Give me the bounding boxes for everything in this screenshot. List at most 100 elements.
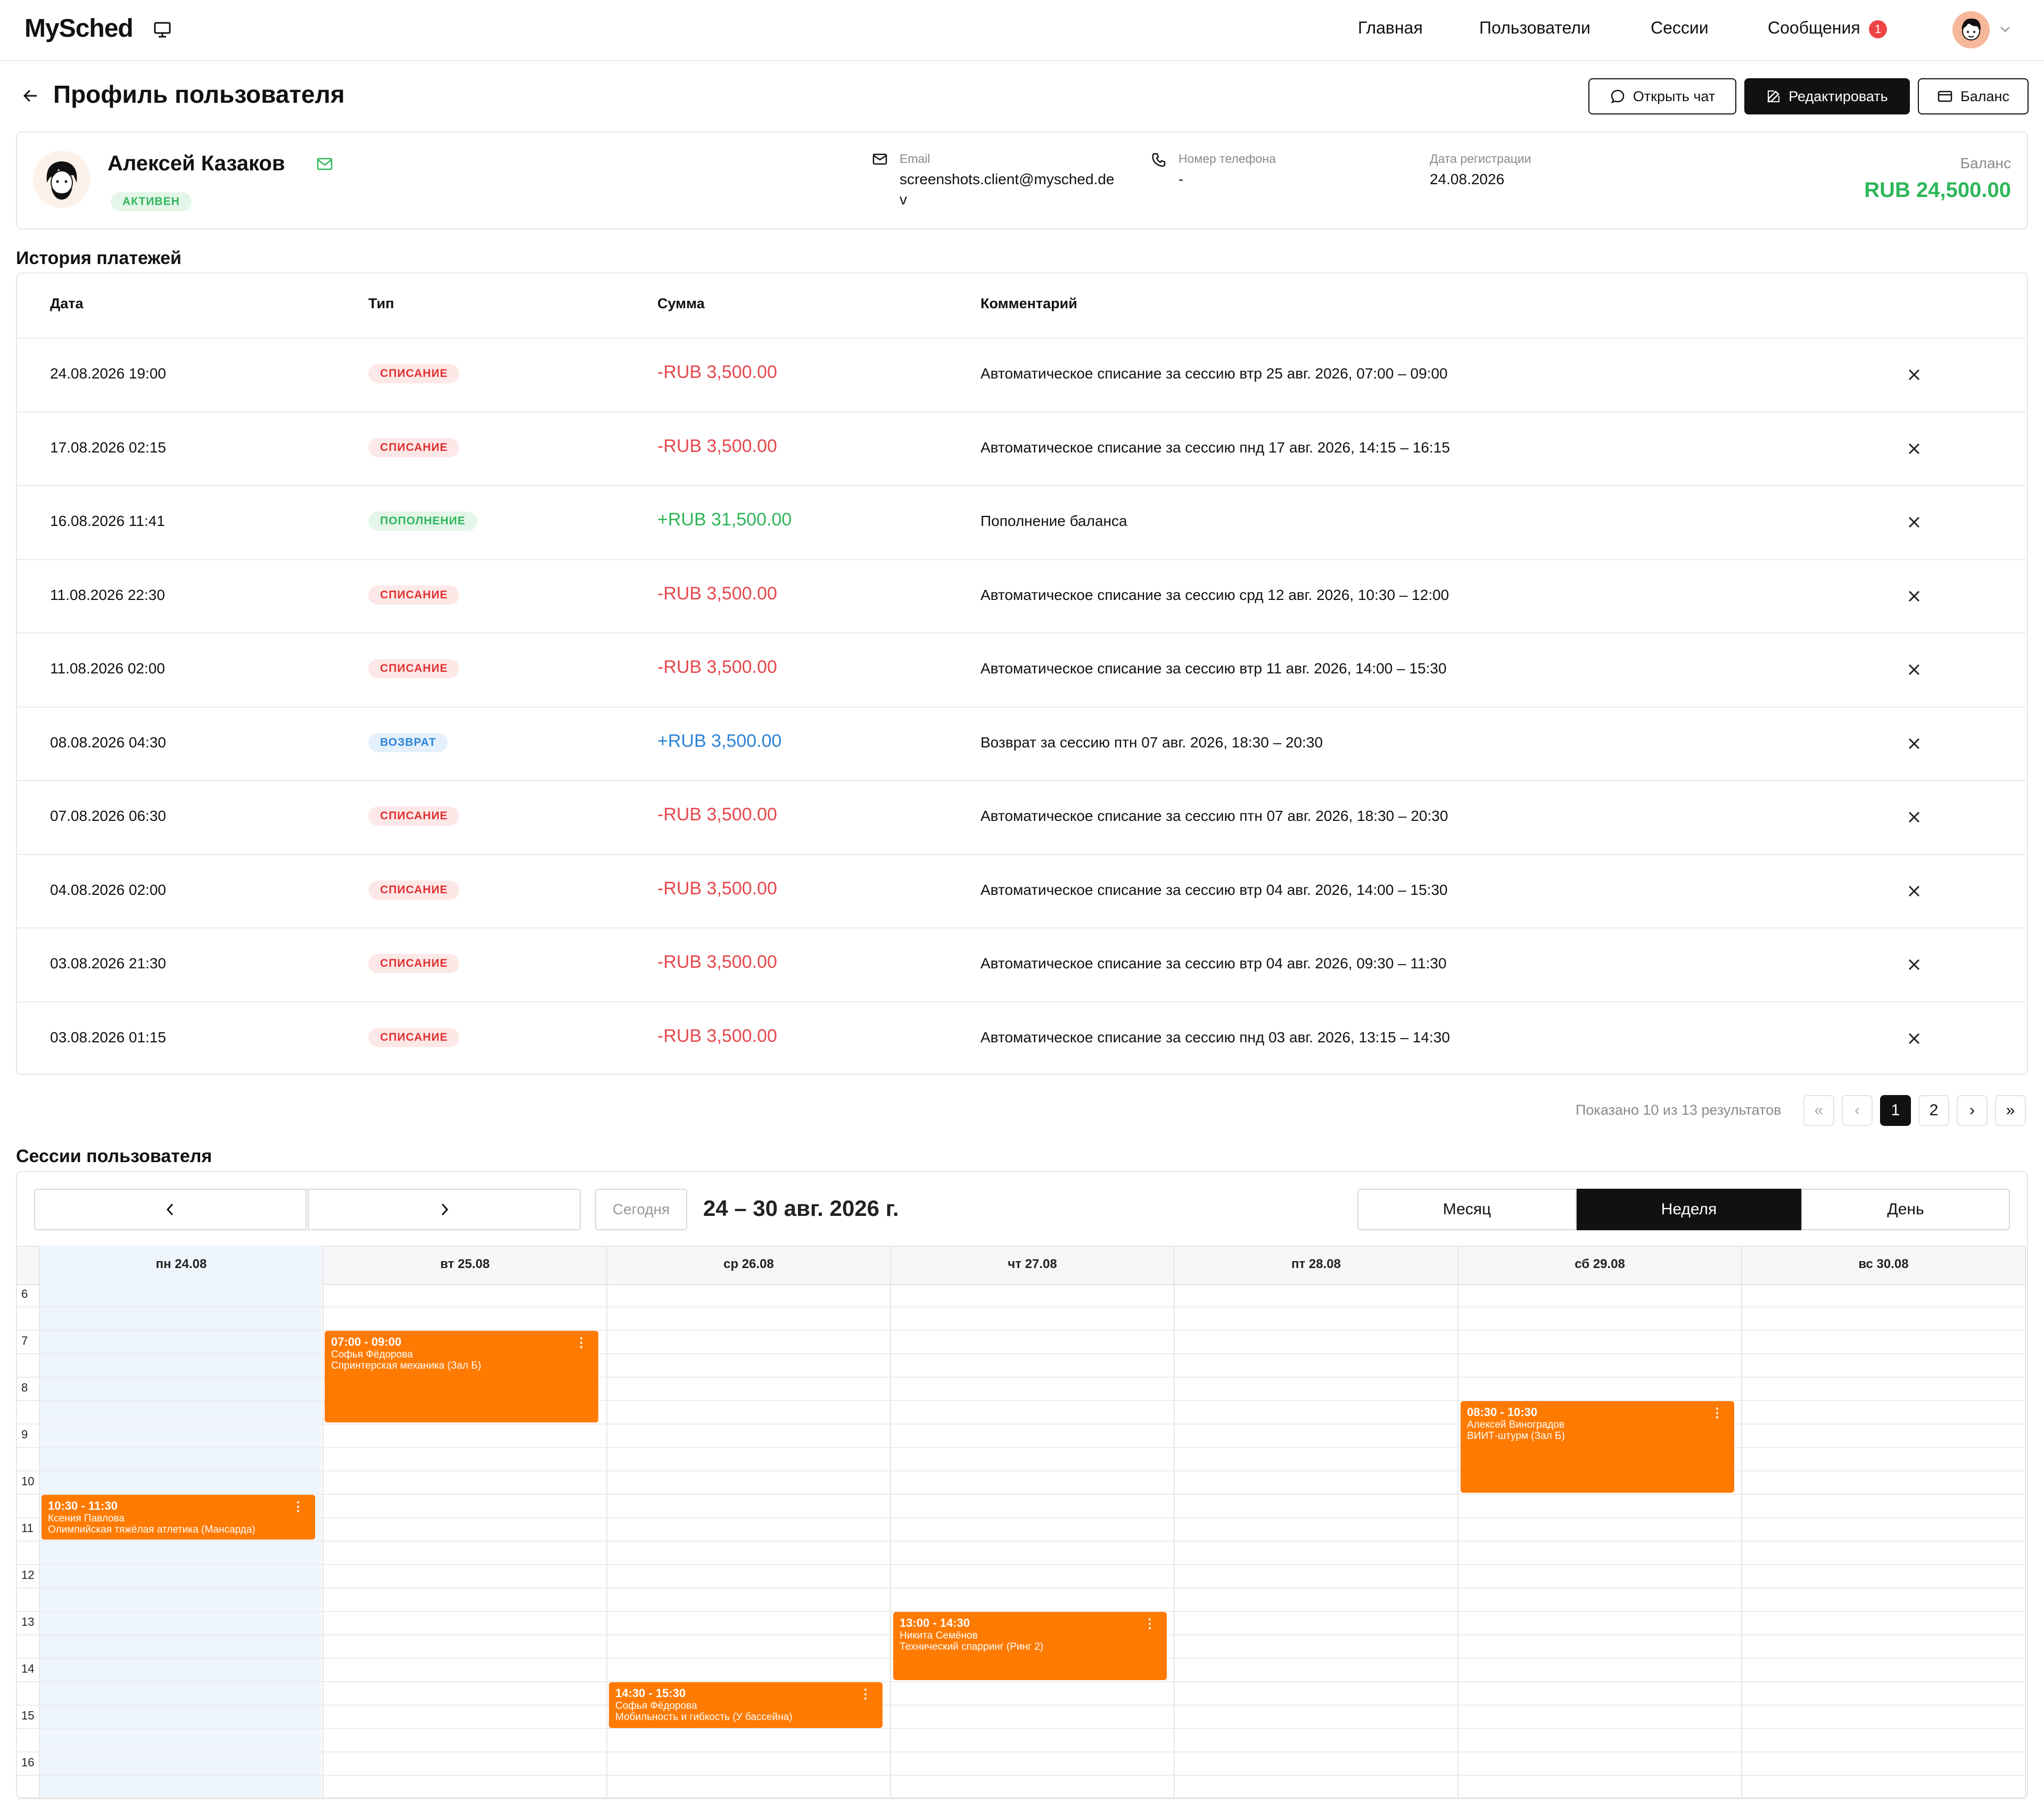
delete-row-icon[interactable]	[1905, 1029, 1924, 1048]
grid-divider	[17, 1705, 2026, 1706]
payment-comment: Автоматическое списание за сессию втр 04…	[980, 881, 1448, 898]
app-logo[interactable]: MySched	[24, 14, 134, 43]
chat-bubble-icon	[1611, 89, 1625, 104]
event-title: Олимпийская тяжёлая атлетика (Мансарда)	[48, 1524, 256, 1535]
delete-row-icon[interactable]	[1905, 513, 1924, 532]
payment-date: 03.08.2026 01:15	[50, 1028, 166, 1046]
table-row: 11.08.2026 22:30 СПИСАНИЕ -RUB 3,500.00 Авт…	[17, 558, 2026, 633]
nav-users[interactable]: Пользователи	[1479, 18, 1590, 38]
prev-page-button[interactable]: ‹	[1842, 1095, 1873, 1126]
back-arrow-icon[interactable]	[22, 89, 38, 103]
table-row: 07.08.2026 06:30 СПИСАНИЕ -RUB 3,500.00 Авт…	[17, 780, 2026, 854]
grid-divider	[17, 1330, 2026, 1331]
grid-divider	[17, 1681, 2026, 1682]
payment-comment: Автоматическое списание за сессию пнд 03…	[980, 1028, 1450, 1046]
day-column-header[interactable]: пн 24.08	[39, 1246, 323, 1283]
payment-date: 11.08.2026 22:30	[50, 586, 165, 603]
first-page-button[interactable]: «	[1803, 1095, 1834, 1126]
balance-button[interactable]: Баланс	[1918, 78, 2029, 114]
next-page-button[interactable]: ›	[1957, 1095, 1988, 1126]
col-comment: Комментарий	[980, 295, 1077, 311]
user-avatar[interactable]	[1952, 11, 1990, 48]
session-event[interactable]: 13:00 - 14:30 Никита Семёнов Технический…	[893, 1612, 1167, 1680]
event-coach: Никита Семёнов	[900, 1630, 978, 1641]
page-2-button[interactable]: 2	[1918, 1095, 1949, 1126]
delete-row-icon[interactable]	[1905, 882, 1924, 901]
delete-row-icon[interactable]	[1905, 660, 1924, 679]
day-column-header[interactable]: вт 25.08	[323, 1246, 607, 1283]
view-month-button[interactable]: Месяц	[1357, 1189, 1577, 1230]
table-row: 08.08.2026 04:30 ВОЗВРАТ +RUB 3,500.00 Возв…	[17, 706, 2026, 781]
hour-label: 16	[21, 1756, 35, 1769]
profile-avatar-face-icon	[46, 161, 77, 200]
email-value-wrap: v	[900, 191, 907, 208]
day-column-header[interactable]: ср 26.08	[607, 1246, 891, 1283]
table-row: 03.08.2026 21:30 СПИСАНИЕ -RUB 3,500.00 Авт…	[17, 927, 2026, 1002]
event-menu-icon[interactable]: ⋮	[575, 1335, 588, 1351]
table-row: 24.08.2026 19:00 СПИСАНИЕ -RUB 3,500.00 Авт…	[17, 338, 2026, 412]
grid-divider	[17, 1751, 2026, 1752]
payment-type-badge: СПИСАНИЕ	[368, 585, 460, 605]
status-badge: АКТИВЕН	[111, 192, 192, 211]
event-menu-icon[interactable]: ⋮	[1143, 1616, 1156, 1632]
messages-count-badge: 1	[1869, 20, 1887, 38]
grid-divider	[1174, 1246, 1175, 1797]
prev-week-button[interactable]	[34, 1189, 307, 1230]
payment-comment: Автоматическое списание за сессию втр 25…	[980, 365, 1448, 382]
payment-date: 17.08.2026 02:15	[50, 439, 166, 456]
payment-comment: Автоматическое списание за сессию птн 07…	[980, 808, 1448, 824]
nav-home[interactable]: Главная	[1358, 18, 1423, 38]
day-column-header[interactable]: чт 27.08	[891, 1246, 1174, 1283]
phone-label: Номер телефона	[1178, 152, 1276, 166]
session-event[interactable]: 07:00 - 09:00 Софья Фёдорова Спринтерска…	[325, 1331, 598, 1422]
grid-divider	[1741, 1246, 1742, 1797]
payment-amount: -RUB 3,500.00	[657, 1025, 777, 1046]
day-column-header[interactable]: вс 30.08	[1742, 1246, 2025, 1283]
event-title: ВИИТ-штурм (Зал Б)	[1467, 1430, 1565, 1442]
delete-row-icon[interactable]	[1905, 808, 1924, 827]
payment-date: 24.08.2026 19:00	[50, 365, 166, 382]
session-event[interactable]: 14:30 - 15:30 Софья Фёдорова Мобильность…	[609, 1682, 883, 1728]
nav-sessions[interactable]: Сессии	[1651, 18, 1709, 38]
pencil-icon	[1767, 90, 1780, 103]
day-column-header[interactable]: пт 28.08	[1174, 1246, 1458, 1283]
grid-divider	[17, 1587, 2026, 1589]
view-week-button[interactable]: Неделя	[1577, 1189, 1801, 1230]
event-menu-icon[interactable]: ⋮	[1711, 1405, 1724, 1421]
delete-row-icon[interactable]	[1905, 587, 1924, 606]
delete-row-icon[interactable]	[1905, 734, 1924, 753]
open-chat-button[interactable]: Открыть чат	[1588, 78, 1736, 114]
top-navbar: MySched Главная Пользователи Сессии Сооб…	[0, 0, 2044, 61]
payment-type-badge: СПИСАНИЕ	[368, 807, 460, 826]
registration-label: Дата регистрации	[1430, 152, 1531, 166]
delete-row-icon[interactable]	[1905, 955, 1924, 974]
payment-amount: -RUB 3,500.00	[657, 362, 777, 382]
hour-label: 13	[21, 1615, 35, 1628]
next-week-button[interactable]	[308, 1189, 581, 1230]
payment-date: 04.08.2026 02:00	[50, 881, 166, 898]
balance-caption: Баланс	[1960, 155, 2011, 171]
grid-divider	[17, 1517, 2026, 1518]
col-date: Дата	[50, 295, 84, 311]
chevron-down-icon[interactable]	[1999, 26, 2011, 33]
event-time: 13:00 - 14:30	[900, 1616, 970, 1630]
last-page-button[interactable]: »	[1995, 1095, 2026, 1126]
session-event[interactable]: 10:30 - 11:30 Ксения Павлова Олимпийская…	[42, 1495, 315, 1540]
delete-row-icon[interactable]	[1905, 439, 1924, 458]
edit-button[interactable]: Редактировать	[1744, 78, 1910, 114]
event-menu-icon[interactable]: ⋮	[859, 1686, 872, 1702]
payment-date: 11.08.2026 02:00	[50, 660, 165, 677]
day-column-header[interactable]: сб 29.08	[1458, 1246, 1742, 1283]
event-coach: Алексей Виноградов	[1467, 1419, 1564, 1430]
today-button[interactable]: Сегодня	[595, 1189, 687, 1230]
wallet-card-icon	[1938, 90, 1952, 102]
page-1-button[interactable]: 1	[1880, 1095, 1911, 1126]
view-day-button[interactable]: День	[1801, 1189, 2010, 1230]
event-title: Мобильность и гибкость (У бассейна)	[615, 1712, 793, 1723]
payment-type-badge: СПИСАНИЕ	[368, 364, 460, 383]
nav-messages[interactable]: Сообщения	[1768, 18, 1860, 38]
event-menu-icon[interactable]: ⋮	[292, 1499, 304, 1515]
session-event[interactable]: 08:30 - 10:30 Алексей Виноградов ВИИТ-шт…	[1461, 1401, 1734, 1493]
delete-row-icon[interactable]	[1905, 365, 1924, 384]
payment-comment: Автоматическое списание за сессию втр 11…	[980, 660, 1447, 677]
